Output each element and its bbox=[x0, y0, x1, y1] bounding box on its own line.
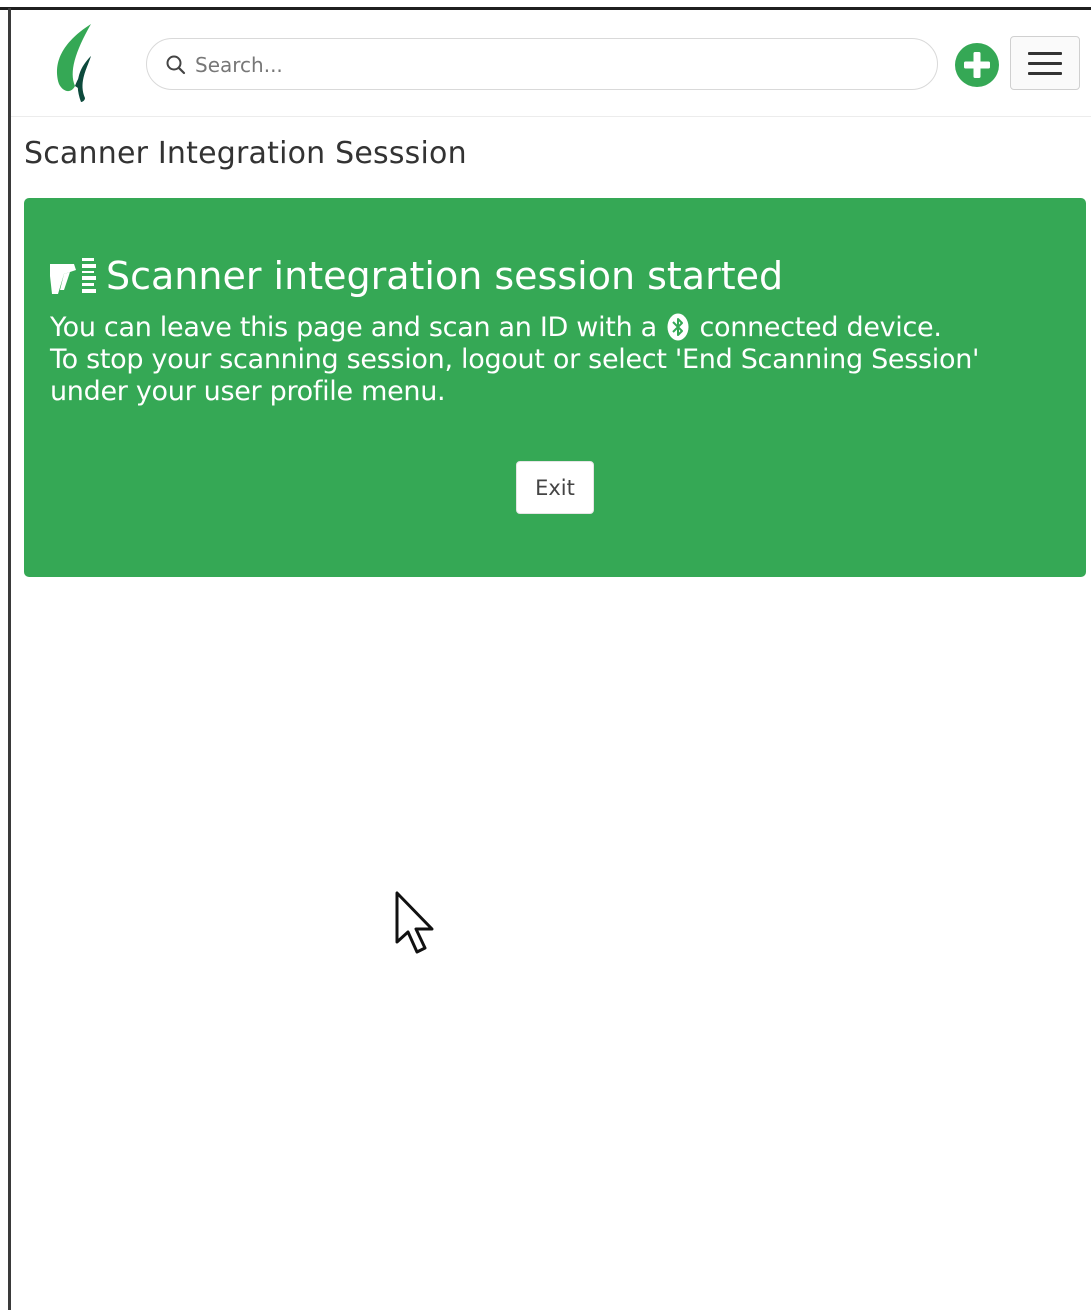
window-left-border bbox=[8, 8, 11, 1310]
bluetooth-icon bbox=[667, 313, 689, 341]
alert-line-1: You can leave this page and scan an ID w… bbox=[50, 312, 1060, 344]
window-top-border bbox=[0, 0, 1091, 10]
alert-line-1-end: connected device. bbox=[699, 312, 942, 343]
alert-heading-text: Scanner integration session started bbox=[106, 254, 784, 298]
mouse-pointer-icon bbox=[395, 891, 434, 954]
hamburger-menu-button[interactable] bbox=[1010, 36, 1080, 90]
alert-line-2: To stop your scanning session, logout or… bbox=[50, 344, 980, 375]
search-input[interactable] bbox=[193, 45, 897, 85]
top-navbar bbox=[11, 12, 1091, 117]
search-icon bbox=[166, 55, 186, 75]
session-started-alert: Scanner integration session started You … bbox=[24, 198, 1086, 577]
alert-line-3: under your user profile menu. bbox=[50, 376, 446, 407]
search-box[interactable] bbox=[146, 38, 938, 90]
page-title: Scanner Integration Sesssion bbox=[24, 136, 467, 171]
exit-button[interactable]: Exit bbox=[516, 461, 594, 514]
leaf-logo-icon[interactable] bbox=[51, 22, 101, 104]
alert-message: You can leave this page and scan an ID w… bbox=[50, 312, 1060, 408]
alert-line-1-start: You can leave this page and scan an ID w… bbox=[50, 312, 657, 343]
plus-circle-icon[interactable] bbox=[954, 42, 1000, 88]
alert-heading: Scanner integration session started bbox=[48, 254, 783, 298]
barcode-scanner-icon bbox=[50, 258, 96, 294]
